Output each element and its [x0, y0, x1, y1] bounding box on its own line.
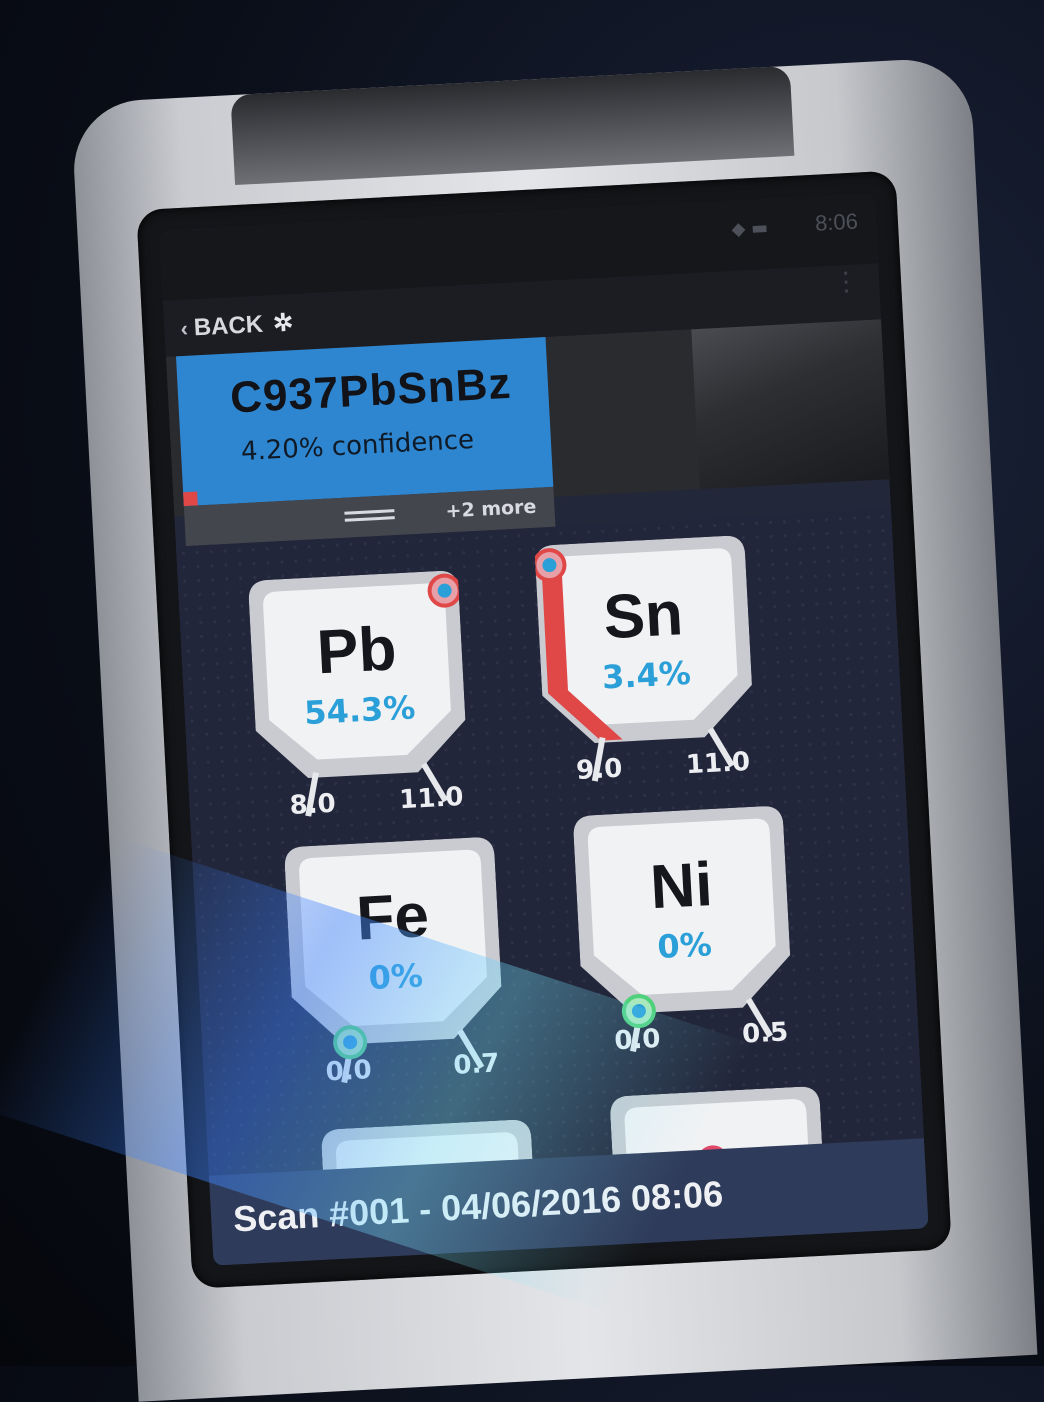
- more-matches-label: +2 more: [445, 495, 537, 523]
- chevron-left-icon: ‹: [179, 315, 189, 341]
- range-low: 8.0: [288, 788, 337, 822]
- analyzer-device: ◆ ▬ 8:06 ‹ BACK ✲ ⋮ C937PbSnBz 4.20% con…: [70, 56, 1038, 1402]
- more-menu-icon[interactable]: ⋮: [832, 267, 860, 298]
- element-tile-fe[interactable]: Fe 0% 0.0 0.7: [284, 836, 504, 1088]
- range-low: 0.0: [613, 1023, 662, 1057]
- device-top: [230, 65, 795, 186]
- element-grid: Pb 54.3% 8.0 11.0 Sn 3.4% 9.0 11.0 Fe 0%…: [175, 509, 929, 1266]
- range-low: 0.0: [324, 1055, 373, 1088]
- scan-label: Scan #001 - 04/06/2016 08:06: [232, 1172, 725, 1240]
- drag-handle-icon[interactable]: [344, 509, 395, 522]
- range-high: 11.0: [685, 746, 751, 781]
- element-symbol: Sn: [601, 579, 685, 653]
- screen-bezel: ◆ ▬ 8:06 ‹ BACK ✲ ⋮ C937PbSnBz 4.20% con…: [136, 170, 952, 1289]
- status-time: 8:06: [814, 208, 859, 236]
- element-symbol: Pb: [315, 614, 399, 688]
- element-tile-sn[interactable]: Sn 3.4% 9.0 11.0: [534, 535, 754, 786]
- element-symbol: Fe: [354, 880, 431, 954]
- back-label: BACK: [193, 310, 264, 341]
- range-low: 9.0: [575, 753, 624, 786]
- confidence-indicator: [183, 491, 198, 507]
- confidence-text: 4.20% confidence: [240, 424, 475, 468]
- scan-info-bar: Scan #001 - 04/06/2016 08:06: [208, 1138, 929, 1266]
- sample-photo: [691, 319, 890, 490]
- wifi-battery-icon: ◆ ▬: [730, 217, 769, 241]
- range-high: 0.5: [741, 1017, 789, 1050]
- range-high: 11.0: [398, 781, 465, 816]
- screen: ◆ ▬ 8:06 ‹ BACK ✲ ⋮ C937PbSnBz 4.20% con…: [159, 193, 929, 1266]
- element-symbol: Ni: [648, 850, 715, 923]
- snowflake-icon[interactable]: ✲: [272, 308, 294, 338]
- alloy-match-card[interactable]: C937PbSnBz 4.20% confidence: [175, 337, 554, 507]
- element-tile-ni[interactable]: Ni 0% 0.0 0.5: [573, 805, 793, 1056]
- element-tile-pb[interactable]: Pb 54.3% 8.0 11.0: [248, 570, 468, 821]
- back-button[interactable]: ‹ BACK ✲: [180, 308, 294, 343]
- range-high: 0.7: [452, 1048, 501, 1081]
- alloy-grade: C937PbSnBz: [228, 358, 513, 423]
